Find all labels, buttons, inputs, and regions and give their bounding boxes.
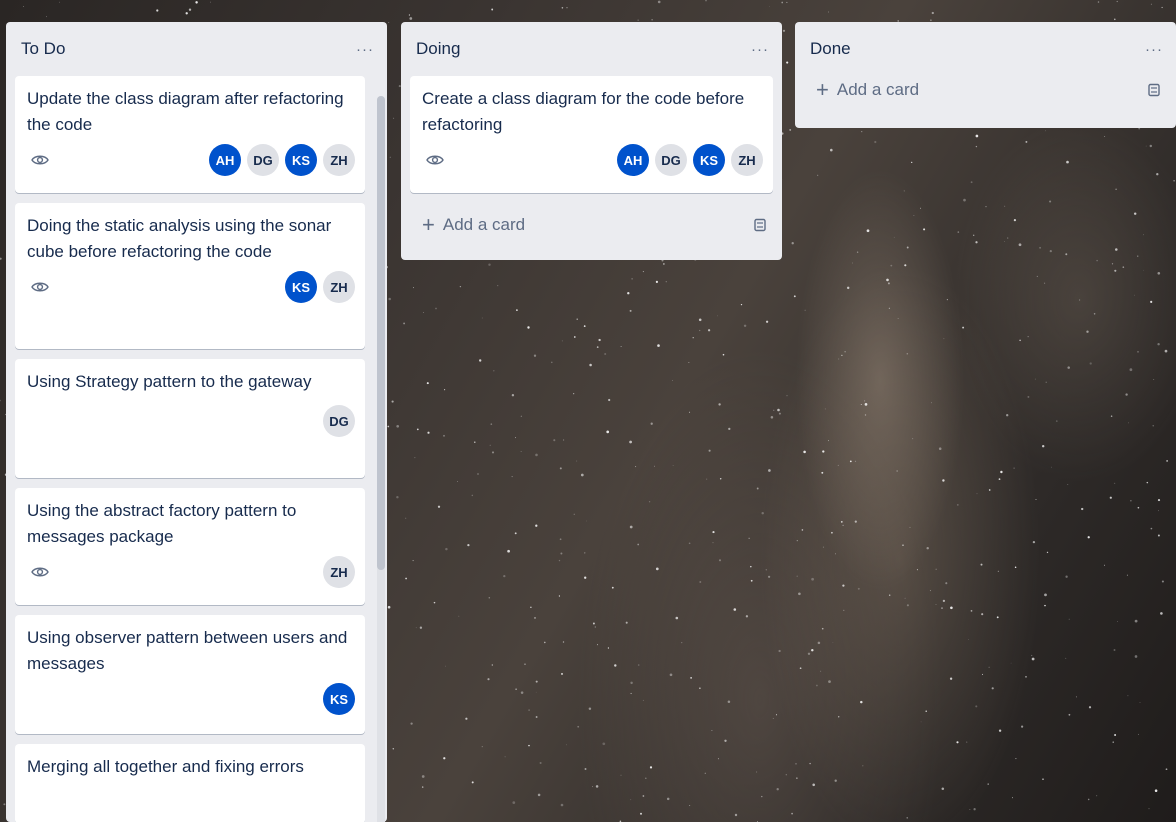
avatar[interactable]: AH — [209, 144, 241, 176]
card-list: Create a class diagram for the code befo… — [410, 76, 773, 193]
card-footer: AH DG KS ZH — [27, 144, 355, 176]
card-members: DG — [323, 405, 355, 437]
card[interactable]: Doing the static analysis using the sona… — [15, 203, 365, 349]
avatar[interactable]: KS — [285, 271, 317, 303]
card[interactable]: Using observer pattern between users and… — [15, 615, 365, 734]
list-title: Done — [810, 39, 851, 58]
card[interactable]: Create a class diagram for the code befo… — [410, 76, 773, 193]
card-footer: KS — [27, 683, 355, 715]
add-card-label: Add a card — [836, 80, 920, 99]
list-title: Doing — [416, 39, 461, 58]
eye-icon — [31, 282, 49, 292]
list-doing: Doing ··· Create a class diagram for the… — [401, 22, 782, 260]
add-card-button[interactable]: + Add a card — [804, 68, 1167, 112]
list-menu-icon[interactable]: ··· — [1145, 41, 1163, 58]
eye-icon — [31, 155, 49, 165]
card-title: Doing the static analysis using the sona… — [27, 216, 332, 261]
card-template-icon[interactable] — [753, 218, 767, 232]
card-members: AH DG KS ZH — [617, 144, 763, 176]
card-footer: ZH — [27, 556, 355, 588]
card-members: ZH — [323, 556, 355, 588]
avatar[interactable]: ZH — [323, 271, 355, 303]
card[interactable]: Using the abstract factory pattern to me… — [15, 488, 365, 605]
avatar[interactable]: DG — [655, 144, 687, 176]
list-header: To Do ··· — [15, 22, 378, 76]
card-title: Create a class diagram for the code befo… — [422, 89, 745, 134]
avatar[interactable]: DG — [323, 405, 355, 437]
list-header: Doing ··· — [410, 22, 773, 76]
kanban-board: To Do ··· Update the class diagram after… — [0, 0, 1176, 822]
add-card-label: Add a card — [442, 215, 526, 234]
card-list: Update the class diagram after refactori… — [15, 76, 365, 822]
card-title: Using the abstract factory pattern to me… — [27, 501, 297, 546]
card-members: KS — [323, 683, 355, 715]
avatar[interactable]: AH — [617, 144, 649, 176]
card-title: Merging all together and fixing errors — [27, 757, 304, 776]
plus-icon: + — [816, 77, 829, 102]
card[interactable]: Update the class diagram after refactori… — [15, 76, 365, 193]
add-card-label-group: + Add a card — [422, 214, 525, 236]
list-to-do: To Do ··· Update the class diagram after… — [6, 22, 387, 822]
plus-icon: + — [422, 212, 435, 237]
card-members: KS ZH — [285, 271, 355, 303]
card-title: Using Strategy pattern to the gateway — [27, 372, 312, 391]
avatar[interactable]: ZH — [323, 556, 355, 588]
card-footer: AH DG KS ZH — [422, 144, 763, 176]
eye-icon — [426, 155, 444, 165]
avatar[interactable]: ZH — [731, 144, 763, 176]
avatar[interactable]: KS — [285, 144, 317, 176]
list-menu-icon[interactable]: ··· — [356, 41, 374, 58]
list-done: Done ··· + Add a card — [795, 22, 1176, 128]
card-footer: DG — [27, 405, 355, 437]
avatar[interactable]: KS — [693, 144, 725, 176]
list-title: To Do — [21, 39, 66, 58]
card-members: AH DG KS ZH — [209, 144, 355, 176]
eye-icon — [31, 567, 49, 577]
list-menu-icon[interactable]: ··· — [751, 41, 769, 58]
add-card-button[interactable]: + Add a card — [410, 203, 773, 247]
avatar[interactable]: KS — [323, 683, 355, 715]
avatar[interactable]: DG — [247, 144, 279, 176]
card-title: Using observer pattern between users and… — [27, 628, 348, 673]
scrollbar-thumb[interactable] — [377, 96, 385, 570]
card[interactable]: Using Strategy pattern to the gateway DG — [15, 359, 365, 478]
card-template-icon[interactable] — [1147, 83, 1161, 97]
list-scrollbar[interactable] — [377, 96, 385, 822]
card[interactable]: Merging all together and fixing errors — [15, 744, 365, 822]
avatar[interactable]: ZH — [323, 144, 355, 176]
add-card-label-group: + Add a card — [816, 79, 919, 101]
card-footer: KS ZH — [27, 271, 355, 303]
card-title: Update the class diagram after refactori… — [27, 89, 344, 134]
